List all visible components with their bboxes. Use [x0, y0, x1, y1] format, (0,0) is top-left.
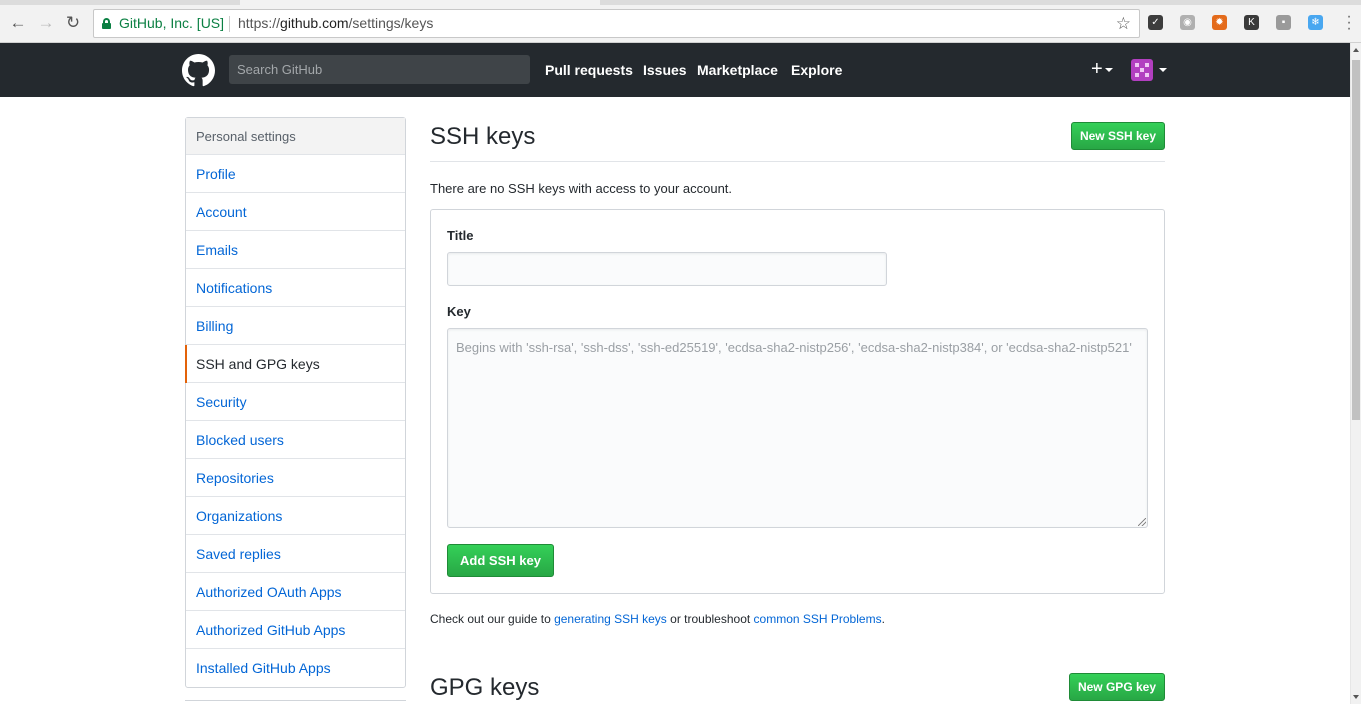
url-host: github.com [280, 15, 349, 31]
ssh-keys-title: SSH keys [430, 123, 536, 150]
address-divider [229, 16, 230, 32]
active-tab[interactable] [240, 0, 600, 5]
sidebar-item-authorized-oauth-apps[interactable]: Authorized OAuth Apps [186, 573, 405, 611]
sidebar-item-organizations[interactable]: Organizations [186, 497, 405, 535]
sidebar-item-repositories[interactable]: Repositories [186, 459, 405, 497]
github-logo-icon[interactable] [182, 54, 215, 87]
ssh-guide-text: Check out our guide to generating SSH ke… [430, 612, 885, 626]
browser-toolbar: ← → ↻ GitHub, Inc. [US] https://github.c… [0, 0, 1361, 43]
url-text[interactable]: https://github.com/settings/keys [238, 10, 433, 37]
snowflake-extension-icon[interactable]: ❄ [1308, 15, 1323, 30]
nav-pull-requests[interactable]: Pull requests [545, 43, 633, 97]
sidebar-item-profile[interactable]: Profile [186, 155, 405, 193]
key-textarea[interactable]: Begins with 'ssh-rsa', 'ssh-dss', 'ssh-e… [447, 328, 1148, 528]
empty-keys-note: There are no SSH keys with access to you… [430, 181, 733, 196]
site-identity[interactable]: GitHub, Inc. [US] [119, 10, 224, 37]
gear-extension-icon[interactable]: ✹ [1212, 15, 1227, 30]
sidebar-item-installed-github-apps[interactable]: Installed GitHub Apps [186, 649, 405, 687]
gpg-keys-title: GPG keys [430, 674, 540, 701]
resize-handle-icon[interactable] [1138, 518, 1146, 526]
plus-icon: + [1091, 58, 1103, 80]
sidebar-item-billing[interactable]: Billing [186, 307, 405, 345]
nav-issues[interactable]: Issues [643, 43, 687, 97]
guide-prefix: Check out our guide to [430, 612, 555, 626]
avatar[interactable] [1131, 59, 1153, 81]
key-label: Key [447, 304, 471, 319]
checkmark-extension-icon[interactable]: ✓ [1148, 15, 1163, 30]
settings-sidebar: Personal settings Profile Account Emails No… [185, 117, 406, 688]
note-extension-icon[interactable]: ▪ [1276, 15, 1291, 30]
guide-middle: or troubleshoot [666, 612, 754, 626]
sidebar-next-section [185, 700, 406, 704]
new-gpg-key-button[interactable]: New GPG key [1069, 673, 1165, 701]
address-bar[interactable]: GitHub, Inc. [US] https://github.com/set… [93, 9, 1140, 38]
scroll-up-icon[interactable] [1353, 48, 1359, 52]
create-new-dropdown[interactable]: + [1091, 58, 1113, 80]
sidebar-item-blocked-users[interactable]: Blocked users [186, 421, 405, 459]
sidebar-item-ssh-and-gpg-keys[interactable]: SSH and GPG keys [185, 345, 405, 383]
sidebar-item-authorized-github-apps[interactable]: Authorized GitHub Apps [186, 611, 405, 649]
title-input[interactable] [447, 252, 887, 286]
generating-ssh-keys-link[interactable]: generating SSH keys [554, 612, 667, 626]
reload-icon[interactable]: ↻ [63, 13, 83, 33]
scrollbar-thumb[interactable] [1352, 60, 1360, 420]
title-divider [430, 161, 1165, 162]
bookmark-star-icon[interactable]: ☆ [1116, 10, 1131, 37]
sidebar-item-emails[interactable]: Emails [186, 231, 405, 269]
browser-menu-icon[interactable]: · · · [1346, 9, 1352, 37]
page-scrollbar[interactable] [1350, 43, 1361, 704]
back-arrow-icon[interactable]: ← [8, 13, 28, 33]
sidebar-item-saved-replies[interactable]: Saved replies [186, 535, 405, 573]
title-label: Title [447, 228, 474, 243]
common-ssh-problems-link[interactable]: common SSH Problems [754, 612, 882, 626]
sidebar-item-security[interactable]: Security [186, 383, 405, 421]
chevron-down-icon[interactable] [1159, 68, 1167, 72]
github-header: Search GitHub Pull requests Issues Marke… [0, 43, 1350, 97]
search-input[interactable]: Search GitHub [229, 55, 530, 84]
chevron-down-icon [1104, 67, 1113, 72]
sidebar-heading: Personal settings [186, 118, 405, 155]
sidebar-item-notifications[interactable]: Notifications [186, 269, 405, 307]
forward-arrow-icon[interactable]: → [36, 13, 56, 33]
key-placeholder: Begins with 'ssh-rsa', 'ssh-dss', 'ssh-e… [456, 340, 1132, 355]
guide-suffix: . [881, 612, 885, 626]
new-ssh-key-button[interactable]: New SSH key [1071, 122, 1165, 150]
scroll-down-icon[interactable] [1353, 695, 1359, 699]
sidebar-item-account[interactable]: Account [186, 193, 405, 231]
k-extension-icon[interactable]: K [1244, 15, 1259, 30]
tab-strip [0, 0, 1361, 5]
nav-marketplace[interactable]: Marketplace [697, 43, 778, 97]
url-path: /settings/keys [348, 15, 434, 31]
nav-explore[interactable]: Explore [791, 43, 842, 97]
grammarly-extension-icon[interactable]: ◉ [1180, 15, 1195, 30]
url-scheme: https:// [238, 15, 281, 31]
add-ssh-key-button[interactable]: Add SSH key [447, 544, 554, 577]
lock-icon [102, 18, 111, 29]
